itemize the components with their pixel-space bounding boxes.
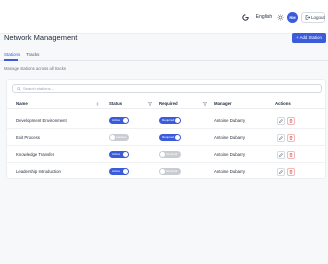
stations-card: Name Status Required Manager Actions Dev… — [6, 79, 326, 179]
logout-button[interactable]: Logout — [301, 12, 325, 23]
edit-icon — [279, 169, 283, 174]
column-header-required[interactable]: Required — [159, 98, 178, 109]
google-translate-icon[interactable] — [242, 14, 249, 21]
filter-icon[interactable] — [203, 101, 207, 106]
edit-button[interactable] — [277, 116, 285, 125]
delete-button[interactable] — [287, 150, 295, 159]
search-input[interactable] — [23, 85, 313, 92]
table-row: Development Environment Active Required … — [7, 112, 325, 129]
column-header-name[interactable]: Name — [16, 98, 28, 109]
toggle-label: Active — [112, 151, 121, 156]
tab-stations[interactable]: Stations — [4, 51, 20, 59]
trash-icon — [289, 118, 293, 123]
trash-icon — [289, 135, 293, 140]
tab-tracks[interactable]: Tracks — [26, 51, 39, 59]
logout-icon — [305, 15, 310, 20]
column-header-manager: Manager — [214, 101, 232, 106]
edit-icon — [279, 118, 283, 123]
trash-icon — [289, 152, 293, 157]
edit-icon — [279, 135, 283, 140]
filter-icon[interactable] — [148, 101, 152, 106]
delete-button[interactable] — [287, 133, 295, 142]
delete-button[interactable] — [287, 116, 295, 125]
table-header: Name Status Required Manager Actions — [7, 98, 325, 109]
active-tab-indicator — [4, 59, 18, 61]
status-toggle[interactable]: Active — [109, 116, 129, 124]
table-row: Leadership Introduction Active Optional … — [7, 163, 325, 180]
toggle-label: Optional — [166, 151, 178, 156]
page-title: Network Management — [4, 33, 78, 42]
toggle-label: Required — [162, 117, 175, 122]
edit-button[interactable] — [277, 150, 285, 159]
page-subtitle: Manage stations across all tracks — [4, 66, 66, 71]
station-name: Exit Process — [16, 135, 40, 140]
station-name: Leadership Introduction — [16, 169, 61, 174]
search-icon — [17, 87, 21, 91]
required-toggle[interactable]: Required — [159, 116, 181, 124]
toggle-label: Required — [162, 134, 175, 139]
manager-name: Antoine Dubarry — [214, 169, 246, 174]
column-header-actions: Actions — [275, 101, 291, 106]
table-row: Knowledge Transfer Active Optional Antoi… — [7, 146, 325, 163]
required-toggle[interactable]: Required — [159, 133, 181, 141]
search-box[interactable] — [12, 84, 322, 93]
toggle-label: Optional — [166, 168, 178, 173]
sort-icon[interactable] — [96, 101, 99, 106]
station-name: Knowledge Transfer — [16, 152, 55, 157]
edit-button[interactable] — [277, 133, 285, 142]
language-selector[interactable]: English — [252, 12, 276, 23]
trash-icon — [289, 169, 293, 174]
status-toggle[interactable]: Active — [109, 150, 129, 158]
table-row: Exit Process Inactive Required Antoine D… — [7, 129, 325, 146]
toggle-label: Inactive — [116, 134, 127, 139]
status-toggle[interactable]: Inactive — [109, 133, 129, 141]
status-toggle[interactable]: Active — [109, 167, 129, 175]
logout-label: Logout — [311, 15, 325, 20]
toggle-label: Active — [112, 117, 121, 122]
edit-button[interactable] — [277, 167, 285, 176]
required-toggle[interactable]: Optional — [159, 150, 181, 158]
sun-icon[interactable] — [277, 14, 284, 21]
column-header-status[interactable]: Status — [109, 98, 122, 109]
manager-name: Antoine Dubarry — [214, 135, 246, 140]
tab-bar: Stations Tracks — [0, 50, 328, 61]
add-station-button[interactable]: + Add Station — [292, 33, 326, 43]
station-name: Development Environment — [16, 118, 67, 123]
avatar[interactable]: RM — [287, 12, 298, 23]
required-toggle[interactable]: Optional — [159, 167, 181, 175]
top-bar: English RM Logout — [0, 0, 328, 34]
delete-button[interactable] — [287, 167, 295, 176]
manager-name: Antoine Dubarry — [214, 152, 246, 157]
manager-name: Antoine Dubarry — [214, 118, 246, 123]
edit-icon — [279, 152, 283, 157]
toggle-label: Active — [112, 168, 121, 173]
